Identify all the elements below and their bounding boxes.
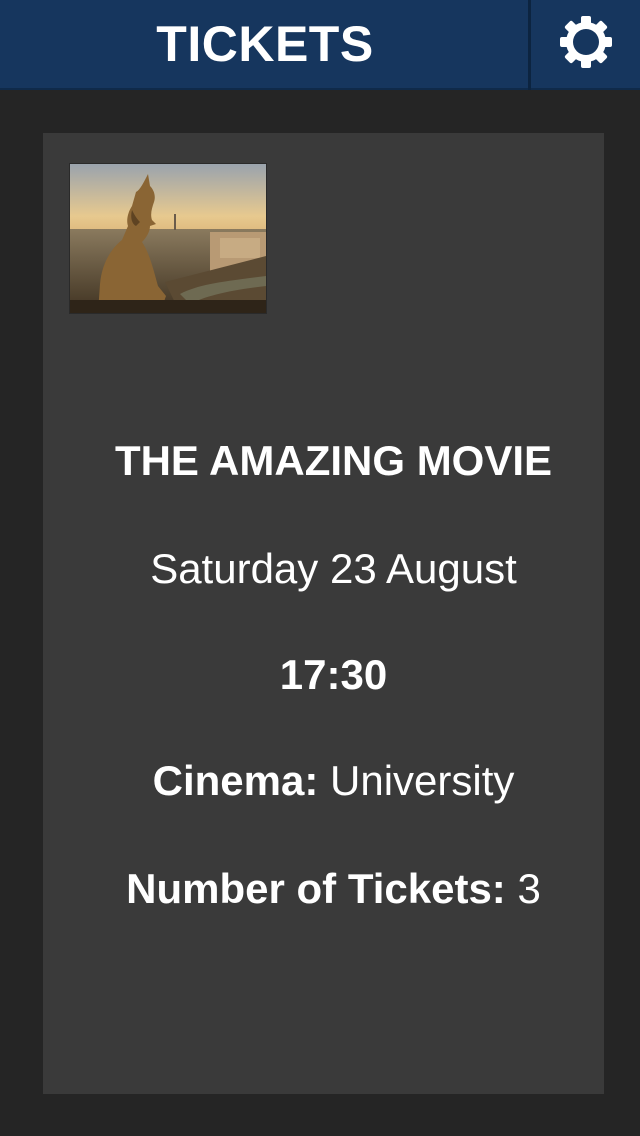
tickets-row: Number of Tickets: 3 (43, 865, 624, 913)
gear-icon (556, 12, 616, 77)
cinema-value: University (330, 757, 515, 804)
movie-title: THE AMAZING MOVIE (114, 437, 553, 484)
cinema-row: Cinema: University (43, 757, 624, 805)
cinema-label: Cinema: (152, 757, 319, 804)
movie-time: 17:30 (279, 651, 388, 698)
page-title: TICKETS (156, 16, 374, 72)
movie-poster-image (70, 164, 266, 313)
tickets-value: 3 (517, 865, 541, 912)
app-header: TICKETS (0, 0, 640, 90)
settings-button[interactable] (531, 0, 640, 88)
ticket-card: THE AMAZING MOVIE Saturday 23 August 17:… (43, 133, 604, 1094)
tickets-label: Number of Tickets: (126, 865, 506, 912)
movie-date: Saturday 23 August (150, 545, 517, 592)
